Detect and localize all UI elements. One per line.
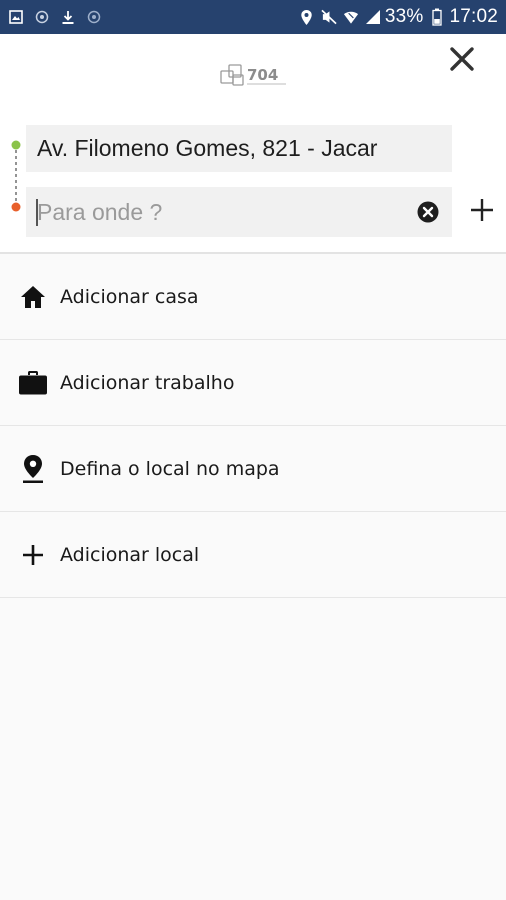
list-item-add-home[interactable]: Adicionar casa — [0, 254, 506, 340]
download-icon — [60, 9, 76, 25]
status-bar: 33% 17:02 — [0, 0, 506, 34]
origin-field[interactable]: Av. Filomeno Gomes, 821 - Jacar — [26, 125, 452, 172]
destination-input[interactable] — [37, 198, 397, 226]
briefcase-icon — [18, 368, 48, 398]
route-indicator — [11, 140, 21, 212]
clock-time: 17:02 — [449, 6, 498, 27]
close-icon — [450, 47, 474, 71]
status-bar-left — [8, 0, 112, 34]
logo-text: 704 — [247, 66, 278, 84]
plus-icon — [471, 199, 493, 221]
list-item-label: Adicionar casa — [60, 285, 199, 308]
app-logo: 704 — [219, 60, 289, 90]
status-bar-right: 33% 17:02 — [293, 0, 498, 34]
text-caret — [36, 199, 38, 226]
list-item-label: Adicionar local — [60, 543, 200, 566]
list-item-label: Defina o local no mapa — [60, 457, 280, 480]
mute-icon — [321, 8, 337, 26]
signal-icon — [365, 8, 381, 26]
list-item-label: Adicionar trabalho — [60, 371, 235, 394]
clear-circle-icon — [417, 201, 439, 223]
add-stop-button[interactable] — [464, 192, 500, 228]
sync-icon — [34, 9, 50, 25]
shortcut-list: Adicionar casa Adicionar trabalho Defina… — [0, 254, 506, 598]
location-icon — [299, 8, 315, 26]
origin-dot — [11, 140, 21, 150]
list-item-set-on-map[interactable]: Defina o local no mapa — [0, 426, 506, 512]
clear-button[interactable] — [416, 200, 440, 224]
route-header: 704 Av. Filomeno Gomes, 821 - Jacar — [0, 34, 506, 254]
destination-field[interactable] — [26, 187, 452, 237]
battery-icon — [429, 8, 445, 26]
list-item-add-place[interactable]: Adicionar local — [0, 512, 506, 598]
close-button[interactable] — [443, 40, 481, 78]
map-pin-icon — [18, 454, 48, 484]
plus-icon — [18, 540, 48, 570]
wifi-icon — [343, 8, 359, 26]
destination-dot — [11, 202, 21, 212]
list-item-add-work[interactable]: Adicionar trabalho — [0, 340, 506, 426]
home-icon — [18, 282, 48, 312]
sync-icon — [86, 9, 102, 25]
origin-text: Av. Filomeno Gomes, 821 - Jacar — [37, 135, 378, 161]
gallery-icon — [8, 9, 24, 25]
battery-percent: 33% — [384, 6, 424, 27]
